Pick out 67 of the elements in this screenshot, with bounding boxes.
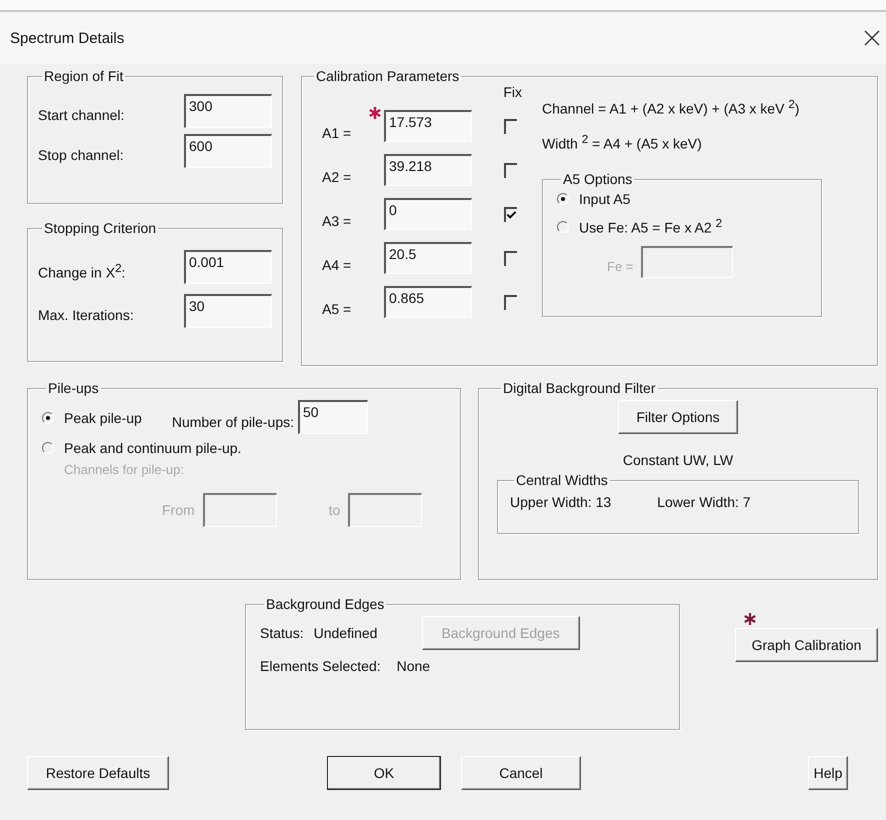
field-label: Fe = — [607, 258, 634, 274]
elements-value: None — [396, 658, 430, 674]
input-field[interactable]: 30 — [184, 294, 272, 328]
group-title: Stopping Criterion — [43, 220, 158, 236]
equation-text: Width $^{2}$ = A4 + (A5 x keV) — [542, 132, 703, 152]
field-label: Start channel: — [38, 106, 124, 123]
input-field[interactable]: 0.001 — [184, 250, 272, 284]
field-label: A5 = — [321, 300, 352, 317]
field-label: Max. Iterations: — [38, 306, 134, 323]
field-label: A4 = — [321, 256, 352, 273]
input-field[interactable]: 0.865 — [384, 286, 472, 318]
input-field[interactable]: 50 — [298, 400, 368, 434]
width-value: Upper Width: 13 — [510, 494, 612, 510]
status-label: Status: — [260, 625, 304, 641]
dialog-button[interactable]: Cancel — [461, 756, 581, 790]
field-label: to — [328, 502, 340, 518]
group-title: A5 Options — [562, 171, 634, 188]
field-label: From — [162, 502, 195, 518]
radio-button[interactable] — [42, 412, 54, 424]
field-label: Stop channel: — [38, 146, 124, 163]
input-field[interactable]: 0 — [384, 198, 472, 230]
checkbox[interactable] — [504, 162, 517, 178]
input-field[interactable]: 17.573 — [384, 110, 472, 142]
checkbox[interactable] — [504, 294, 517, 310]
dialog-button[interactable]: Help — [808, 756, 848, 790]
field-label: Change in X$^{2}$: — [38, 260, 126, 280]
group-title: Digital Background Filter — [502, 380, 657, 396]
radio-label[interactable]: Input A5 — [579, 191, 630, 208]
graph-calibration-button[interactable]: Graph Calibration — [735, 628, 878, 662]
radio-button[interactable] — [557, 220, 569, 233]
filter-options-button[interactable]: Filter Options — [618, 400, 738, 434]
radio-label[interactable]: Peak pile-up — [64, 410, 142, 426]
width-value: Lower Width: 7 — [657, 494, 751, 510]
input-field[interactable]: 300 — [184, 94, 272, 128]
checkbox[interactable] — [504, 206, 517, 222]
window-title: Spectrum Details — [10, 30, 124, 46]
close-icon[interactable] — [864, 30, 880, 46]
field-label: Number of pile-ups: — [172, 414, 294, 430]
dialog-button[interactable]: Restore Defaults — [27, 756, 169, 790]
input-field[interactable] — [348, 493, 422, 527]
input-field[interactable] — [641, 246, 734, 278]
dialog-button[interactable]: OK — [327, 756, 441, 790]
group-title: Calibration Parameters — [315, 68, 460, 84]
checkbox[interactable] — [504, 118, 517, 134]
field-label: A3 = — [321, 212, 352, 229]
status-value: Undefined — [314, 625, 378, 641]
field-label: A1 = — [321, 124, 352, 141]
elements-label: Elements Selected: — [260, 658, 381, 674]
column-header: Fix — [503, 84, 522, 100]
input-field[interactable]: 600 — [184, 134, 272, 168]
input-field[interactable]: 20.5 — [384, 242, 472, 274]
checkbox[interactable] — [504, 250, 517, 266]
input-field[interactable]: 39.218 — [384, 154, 472, 186]
input-field[interactable] — [202, 493, 277, 527]
radio-label[interactable]: Peak and continuum pile-up. — [64, 440, 242, 456]
group-title: Pile-ups — [47, 380, 100, 396]
field-label: Channels for pile-up: — [63, 462, 185, 477]
radio-button[interactable] — [42, 442, 54, 454]
group-title: Central Widths — [515, 472, 609, 488]
equation-text: Channel = A1 + (A2 x keV) + (A3 x keV $^{2}$) — [542, 98, 800, 117]
radio-button[interactable] — [557, 193, 569, 206]
asterisk-icon — [368, 106, 382, 120]
filter-mode-text: Constant UW, LW — [622, 452, 734, 468]
radio-label[interactable]: Use Fe: A5 = Fe x A2 $^{2}$ — [579, 217, 722, 236]
field-label: A2 = — [321, 168, 352, 185]
group-title: Background Edges — [265, 596, 386, 612]
group-title: Region of Fit — [43, 68, 124, 84]
